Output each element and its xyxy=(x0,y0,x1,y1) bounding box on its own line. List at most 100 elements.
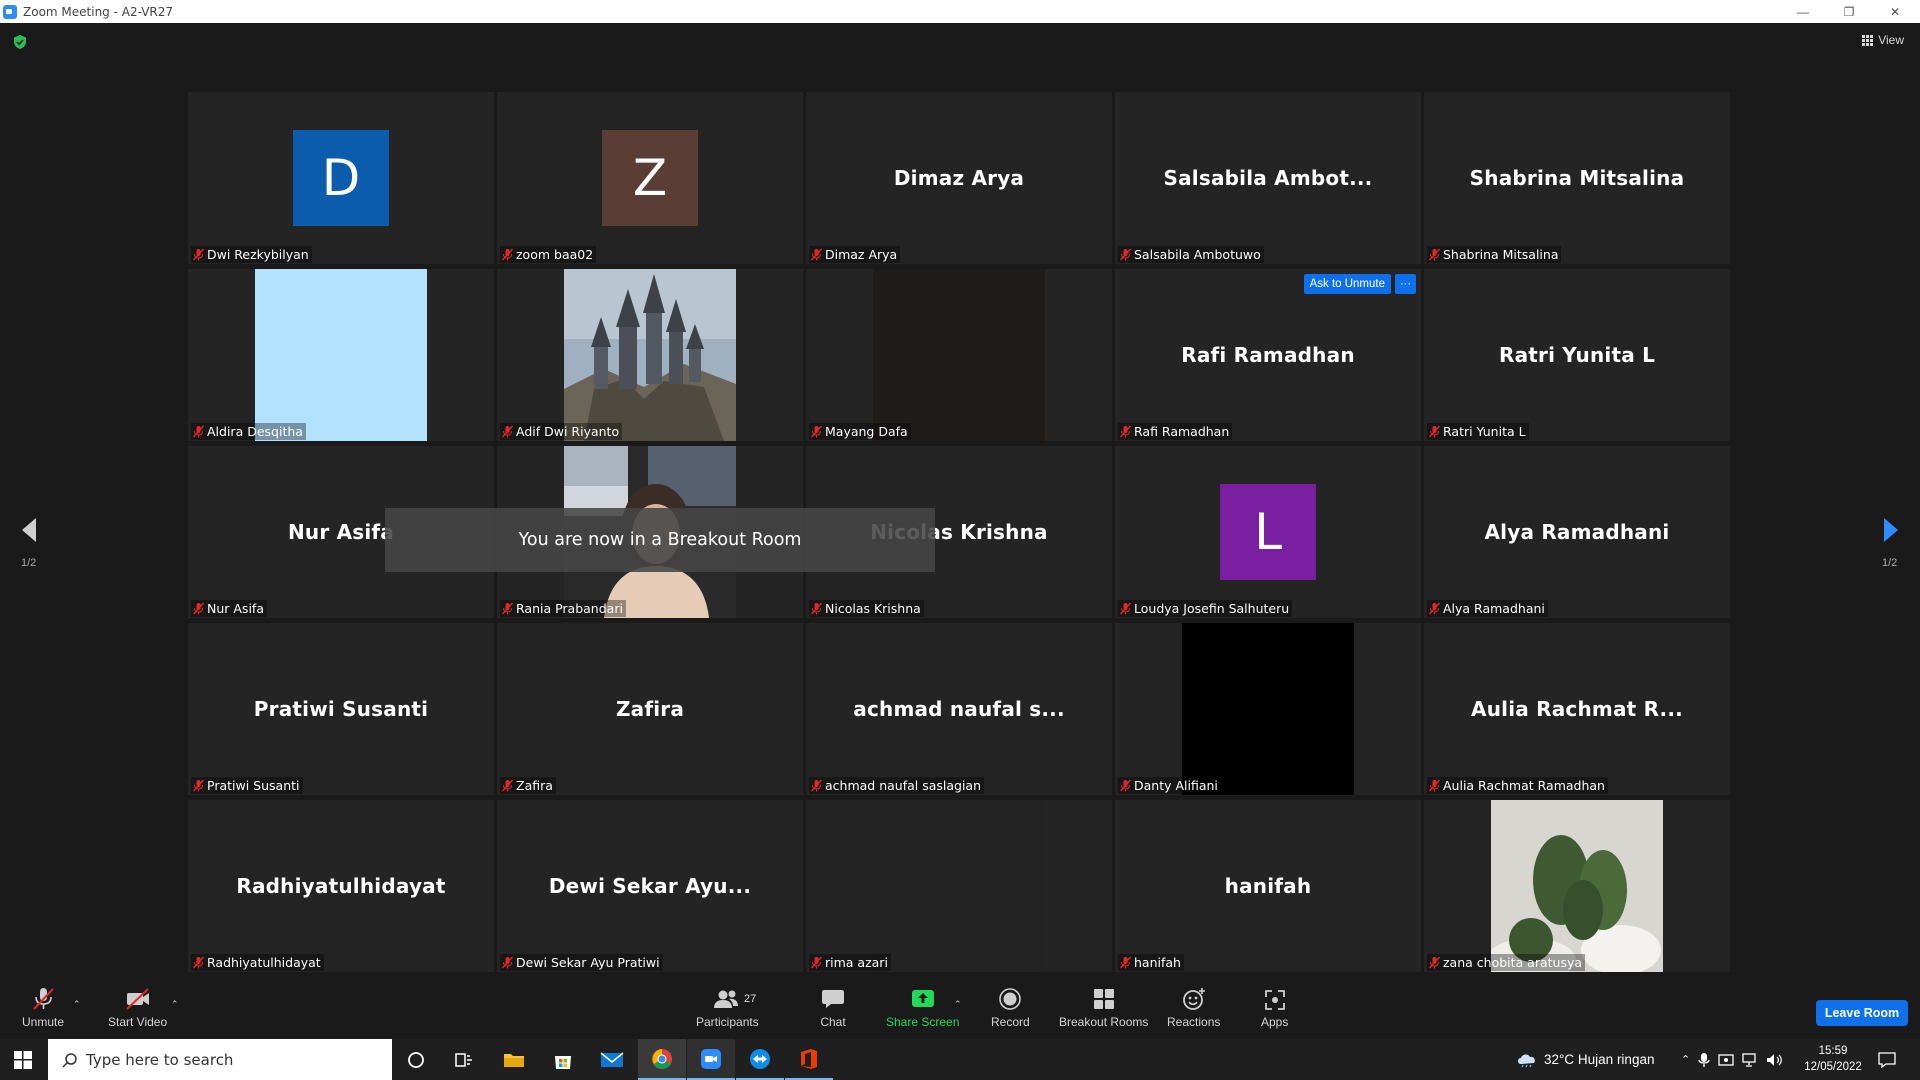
participant-tile[interactable]: Dewi Sekar Ayu... Dewi Sekar Ayu Pratiwi xyxy=(497,800,803,972)
chat-icon xyxy=(822,990,844,1008)
record-button[interactable]: Record xyxy=(991,987,1030,1029)
show-hidden-icons-caret-icon[interactable]: ⌃ xyxy=(1681,1053,1690,1066)
unmute-label: Unmute xyxy=(22,1015,65,1029)
meet-now-tray-icon[interactable] xyxy=(1718,1053,1734,1067)
rain-cloud-icon xyxy=(1518,1053,1535,1067)
close-button[interactable]: ✕ xyxy=(1872,0,1918,23)
participant-tile[interactable]: Ratri Yunita L Ratri Yunita L xyxy=(1424,269,1730,441)
muted-microphone-icon xyxy=(1428,779,1441,792)
weather-widget[interactable]: 32°C Hujan ringan xyxy=(1516,1039,1654,1080)
participant-name: Salsabila Ambotuwo xyxy=(1134,247,1261,262)
more-options-button[interactable]: ··· xyxy=(1395,274,1416,294)
participant-avatar: D xyxy=(293,130,389,226)
participant-tile[interactable]: hanifah hanifah xyxy=(1115,800,1421,972)
file-explorer-icon[interactable] xyxy=(490,1039,538,1080)
participant-tile[interactable]: Aulia Rachmat R... Aulia Rachmat Ramadhan xyxy=(1424,623,1730,795)
participant-tile[interactable]: D Dwi Rezkybilyan xyxy=(188,92,494,264)
participant-name-label: Rafi Ramadhan xyxy=(1118,423,1233,440)
participant-display-name: Dewi Sekar Ayu... xyxy=(548,874,752,898)
muted-microphone-icon xyxy=(1119,248,1132,261)
muted-microphone-icon xyxy=(1119,779,1132,792)
participant-tile[interactable]: Salsabila Ambot... Salsabila Ambotuwo xyxy=(1115,92,1421,264)
participant-tile[interactable]: L Loudya Josefin Salhuteru xyxy=(1115,446,1421,618)
share-options-caret-icon[interactable]: ⌃ xyxy=(954,999,964,1009)
apps-button[interactable]: Apps xyxy=(1261,987,1288,1029)
participant-tile[interactable]: Rafi Ramadhan Ask to Unmute ··· Rafi Ramadh… xyxy=(1115,269,1421,441)
breakout-room-notification: You are now in a Breakout Room xyxy=(385,508,935,572)
leave-room-button[interactable]: Leave Room xyxy=(1816,1000,1908,1026)
participant-avatar: Z xyxy=(602,130,698,226)
participant-display-name: Dimaz Arya xyxy=(893,166,1025,190)
participant-name: rima azari xyxy=(825,955,888,970)
participant-name: Dewi Sekar Ayu Pratiwi xyxy=(516,955,660,970)
unmute-button[interactable]: Unmute xyxy=(22,987,64,1029)
previous-page-arrow-icon[interactable] xyxy=(19,515,39,545)
microsoft-store-icon[interactable] xyxy=(539,1039,587,1080)
participant-tile[interactable]: Dimaz Arya Dimaz Arya xyxy=(806,92,1112,264)
muted-microphone-icon xyxy=(501,779,514,792)
participant-name-label: Nicolas Krishna xyxy=(809,600,924,617)
participant-tile[interactable]: Adif Dwi Riyanto xyxy=(497,269,803,441)
share-screen-button[interactable]: Share Screen xyxy=(886,987,959,1029)
participant-tile[interactable]: Radhiyatulhidayat Radhiyatulhidayat xyxy=(188,800,494,972)
participant-name: Dwi Rezkybilyan xyxy=(207,247,309,262)
breakout-rooms-icon xyxy=(1093,989,1114,1009)
participant-tile[interactable]: Pratiwi Susanti Pratiwi Susanti xyxy=(188,623,494,795)
chat-label: Chat xyxy=(820,1015,846,1029)
participant-tile[interactable]: Mayang Dafa xyxy=(806,269,1112,441)
participants-icon xyxy=(714,990,739,1008)
participant-tile[interactable]: Zzoom baa02 xyxy=(497,92,803,264)
record-label: Record xyxy=(991,1015,1030,1029)
task-view-icon[interactable] xyxy=(440,1039,488,1080)
video-options-caret-icon[interactable]: ⌃ xyxy=(171,999,181,1009)
next-page-arrow-icon[interactable] xyxy=(1881,515,1901,545)
minimize-button[interactable]: — xyxy=(1780,0,1826,23)
teamviewer-icon[interactable] xyxy=(736,1039,784,1080)
participant-name-label: Loudya Josefin Salhuteru xyxy=(1118,600,1293,617)
audio-options-caret-icon[interactable]: ⌃ xyxy=(73,999,83,1009)
start-video-label: Start Video xyxy=(108,1015,168,1029)
participant-tile[interactable]: Aldira Desqitha xyxy=(188,269,494,441)
participant-tile[interactable]: achmad naufal s... achmad naufal saslagia… xyxy=(806,623,1112,795)
muted-microphone-icon xyxy=(501,602,514,615)
participant-tile[interactable]: Danty Alifiani xyxy=(1115,623,1421,795)
participant-name: Aldira Desqitha xyxy=(207,424,303,439)
security-shield-icon[interactable] xyxy=(12,34,28,50)
cortana-icon[interactable] xyxy=(392,1039,440,1080)
search-placeholder: Type here to search xyxy=(86,1050,234,1069)
view-label: View xyxy=(1878,33,1904,47)
participant-tile[interactable]: rima azari xyxy=(806,800,1112,972)
microphone-tray-icon[interactable] xyxy=(1698,1052,1710,1068)
participant-tile[interactable]: Alya Ramadhani Alya Ramadhani xyxy=(1424,446,1730,618)
zoom-taskbar-icon[interactable] xyxy=(687,1039,735,1080)
breakout-rooms-button[interactable]: Breakout Rooms xyxy=(1059,987,1148,1029)
system-clock[interactable]: 15:59 12/05/2022 xyxy=(1798,1043,1868,1075)
participant-name-label: Aldira Desqitha xyxy=(191,423,306,440)
video-off-icon xyxy=(125,988,149,1010)
participant-name-label: Salsabila Ambotuwo xyxy=(1118,246,1264,263)
notification-center-icon[interactable] xyxy=(1878,1039,1896,1080)
participant-name-label: achmad naufal saslagian xyxy=(809,777,985,794)
office-icon[interactable] xyxy=(785,1039,833,1080)
participant-display-name: Salsabila Ambot... xyxy=(1163,166,1373,190)
participant-tile[interactable]: Zafira Zafira xyxy=(497,623,803,795)
network-tray-icon[interactable] xyxy=(1742,1052,1758,1067)
participant-video-cactus xyxy=(1486,800,1663,972)
mail-icon[interactable] xyxy=(588,1039,636,1080)
taskbar-search-box[interactable]: Type here to search xyxy=(48,1039,392,1080)
participant-tile[interactable]: zana chobita aratusya xyxy=(1424,800,1730,972)
start-button[interactable] xyxy=(0,1039,46,1080)
muted-microphone-icon xyxy=(192,956,205,969)
participants-label: Participants xyxy=(696,1015,759,1029)
view-button[interactable]: View xyxy=(1862,33,1904,47)
volume-tray-icon[interactable] xyxy=(1766,1053,1784,1067)
start-video-button[interactable]: Start Video xyxy=(108,987,167,1029)
chat-button[interactable]: Chat xyxy=(820,987,846,1029)
participant-display-name: Alya Ramadhani xyxy=(1484,520,1670,544)
restore-button[interactable]: ❐ xyxy=(1826,0,1872,23)
participant-name-label: Ratri Yunita L xyxy=(1427,423,1529,440)
ask-to-unmute-button[interactable]: Ask to Unmute xyxy=(1303,274,1391,294)
participant-tile[interactable]: Shabrina Mitsalina Shabrina Mitsalina xyxy=(1424,92,1730,264)
reactions-button[interactable]: Reactions xyxy=(1167,987,1220,1029)
chrome-icon[interactable] xyxy=(638,1039,686,1080)
